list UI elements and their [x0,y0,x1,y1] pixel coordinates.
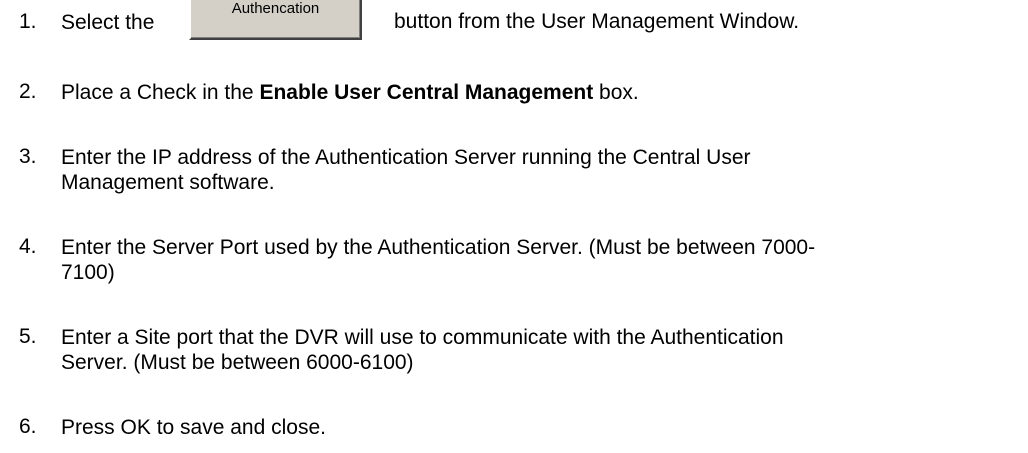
step-text: Place a Check in the Enable User Central… [61,80,1021,105]
step-number: 3. [19,145,37,168]
authentication-button[interactable]: Authencation [189,0,362,40]
step-number: 1. [19,10,37,33]
step-text: Enter the Server Port used by the Authen… [61,235,1021,285]
step-number: 5. [19,325,37,348]
step-number: 6. [19,415,37,438]
enable-user-central-management-label: Enable User Central Management [259,81,594,104]
step-text-prefix: Place a Check in the [61,81,260,104]
step-text: Press OK to save and close. [61,415,1021,440]
step-text: Enter a Site port that the DVR will use … [61,325,1021,375]
step-text-continued: button from the User Management Window. [394,10,800,33]
step-text-line: Enter the Server Port used by the Authen… [61,236,816,259]
step-text-line: Management software. [61,171,275,194]
step-text-line: Enter the IP address of the Authenticati… [61,146,751,169]
step-text-line: Press OK to save and close. [61,416,326,439]
step-text-line: 7100) [61,261,115,284]
step-text-suffix: box. [593,81,639,104]
step-number: 4. [19,235,37,258]
step-text: Enter the IP address of the Authenticati… [61,145,1021,195]
step-number: 2. [19,80,37,103]
step-text-line: Enter a Site port that the DVR will use … [61,326,784,349]
step-text-line: Server. (Must be between 6000-6100) [61,351,414,374]
